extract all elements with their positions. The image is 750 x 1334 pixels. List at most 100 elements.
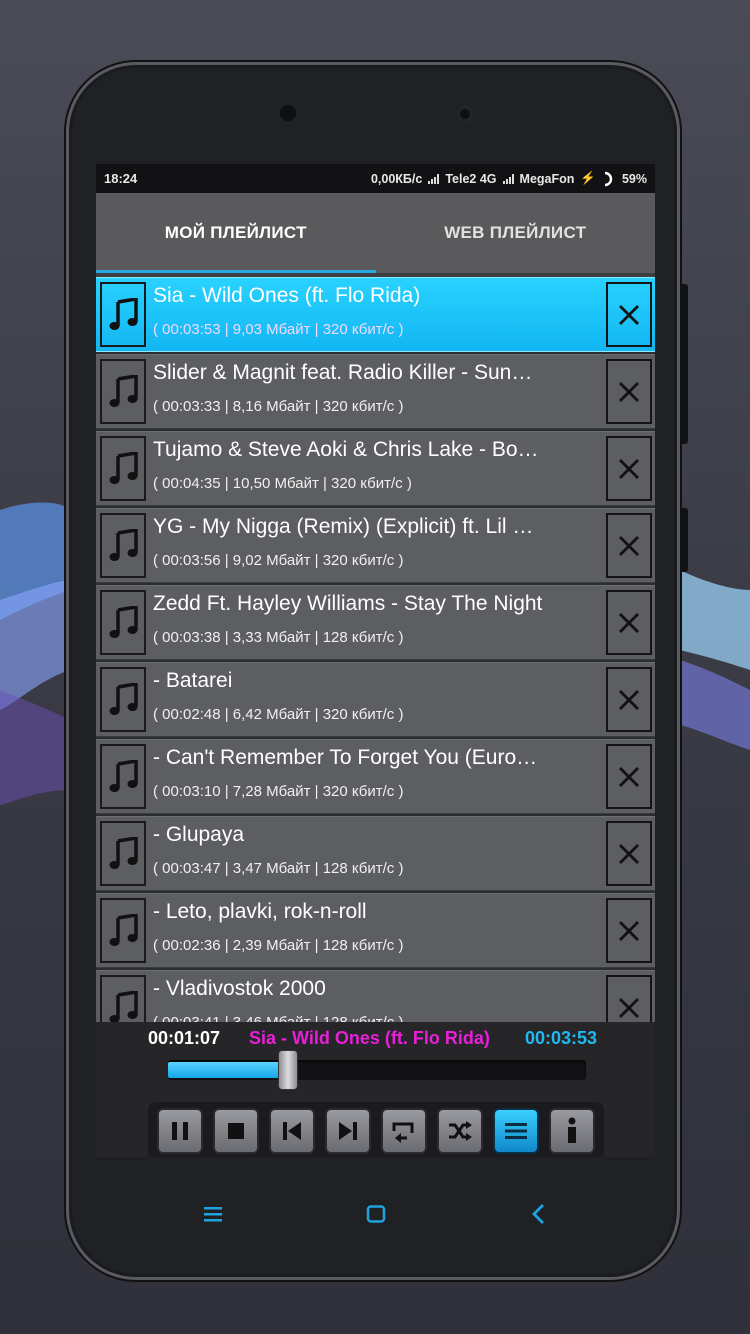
- previous-button[interactable]: [269, 1108, 315, 1154]
- track-title: - Vladivostok 2000: [153, 977, 326, 1000]
- player-controls: [148, 1102, 604, 1157]
- sync-icon: [604, 171, 613, 186]
- remove-track-button[interactable]: [606, 975, 652, 1022]
- remove-track-button[interactable]: [606, 744, 652, 809]
- close-icon: [619, 458, 639, 479]
- info-button[interactable]: [549, 1108, 595, 1154]
- app-screen: 18:24 0,00КБ/с Tele2 4G MegaFon ⚡ 59% МО…: [96, 164, 655, 1157]
- status-right: 0,00КБ/с Tele2 4G MegaFon ⚡ 59%: [371, 171, 647, 187]
- shuffle-icon: [449, 1121, 472, 1141]
- list-item[interactable]: - Glupaya ( 00:03:47 | 3,47 Мбайт | 128 …: [96, 816, 655, 891]
- front-camera: [456, 105, 474, 123]
- track-thumbnail: [100, 898, 146, 963]
- remove-track-button[interactable]: [606, 898, 652, 963]
- track-thumbnail: [100, 667, 146, 732]
- track-meta: ( 00:03:10 | 7,28 Мбайт | 320 кбит/с ): [153, 783, 404, 800]
- track-title: - Batarei: [153, 669, 233, 692]
- track-meta: ( 00:03:41 | 3,46 Мбайт | 128 кбит/с ): [153, 1014, 403, 1022]
- remove-track-button[interactable]: [606, 821, 652, 886]
- list-item[interactable]: Zedd Ft. Hayley Williams - Stay The Nigh…: [96, 585, 655, 660]
- track-title: Tujamo & Steve Aoki & Chris Lake - Bonel…: [153, 438, 543, 461]
- back-icon: [532, 1204, 544, 1224]
- carrier-2: MegaFon: [519, 171, 575, 186]
- playlist-icon: [505, 1123, 527, 1139]
- menu-icon: [204, 1207, 222, 1222]
- track-meta: ( 00:02:36 | 2,39 Мбайт | 128 кбит/с ): [153, 937, 404, 954]
- track-meta: ( 00:03:53 | 9,03 Мбайт | 320 кбит/с ): [153, 321, 404, 338]
- shuffle-button[interactable]: [437, 1108, 483, 1154]
- signal-icon: [428, 173, 440, 184]
- remove-track-button[interactable]: [606, 513, 652, 578]
- pause-icon: [172, 1122, 188, 1140]
- list-item[interactable]: Slider & Magnit feat. Radio Killer - Sun…: [96, 354, 655, 429]
- track-thumbnail: [100, 359, 146, 424]
- track-thumbnail: [100, 590, 146, 655]
- playlist[interactable]: Sia - Wild Ones (ft. Flo Rida) ( 00:03:5…: [96, 277, 655, 1022]
- player-panel: 00:01:07 Sia - Wild Ones (ft. Flo Rida) …: [96, 1022, 655, 1157]
- power-button: [680, 508, 688, 572]
- track-meta: ( 00:03:33 | 8,16 Мбайт | 320 кбит/с ): [153, 398, 404, 415]
- list-item[interactable]: Sia - Wild Ones (ft. Flo Rida) ( 00:03:5…: [96, 277, 655, 352]
- music-note-icon: [109, 760, 138, 792]
- tab-my-playlist[interactable]: МОЙ ПЛЕЙЛИСТ: [96, 193, 376, 273]
- remove-track-button[interactable]: [606, 436, 652, 501]
- playlist-button[interactable]: [493, 1108, 539, 1154]
- signal-icon: [502, 173, 514, 184]
- list-item[interactable]: YG - My Nigga (Remix) (Explicit) ft. Lil…: [96, 508, 655, 583]
- tab-bar: МОЙ ПЛЕЙЛИСТ WEB ПЛЕЙЛИСТ: [96, 193, 655, 273]
- next-icon: [339, 1122, 357, 1140]
- track-title: YG - My Nigga (Remix) (Explicit) ft. Lil…: [153, 515, 543, 538]
- close-icon: [619, 920, 639, 941]
- remove-track-button[interactable]: [606, 282, 652, 347]
- repeat-button[interactable]: [381, 1108, 427, 1154]
- music-note-icon: [109, 914, 138, 946]
- volume-button: [680, 284, 688, 444]
- track-thumbnail: [100, 975, 146, 1022]
- stop-icon: [228, 1123, 244, 1139]
- info-icon: [568, 1117, 576, 1143]
- close-icon: [619, 766, 639, 787]
- track-title: Zedd Ft. Hayley Williams - Stay The Nigh…: [153, 592, 543, 615]
- close-icon: [619, 304, 639, 325]
- track-thumbnail: [100, 744, 146, 809]
- next-button[interactable]: [325, 1108, 371, 1154]
- tab-web-playlist[interactable]: WEB ПЛЕЙЛИСТ: [376, 193, 656, 273]
- remove-track-button[interactable]: [606, 667, 652, 732]
- elapsed-time: 00:01:07: [148, 1028, 221, 1048]
- music-note-icon: [109, 529, 138, 561]
- list-item[interactable]: - Leto, plavki, rok-n-roll ( 00:02:36 | …: [96, 893, 655, 968]
- now-playing-title: Sia - Wild Ones (ft. Flo Rida): [249, 1028, 490, 1048]
- music-note-icon: [109, 606, 138, 638]
- system-nav-bar: [96, 1157, 655, 1267]
- data-speed: 0,00КБ/с: [370, 171, 423, 186]
- list-item[interactable]: - Can't Remember To Forget You (Europa P…: [96, 739, 655, 814]
- menu-nav-button[interactable]: [193, 1197, 233, 1231]
- track-title: - Can't Remember To Forget You (Europa P…: [153, 746, 543, 769]
- seek-bar[interactable]: [168, 1050, 586, 1090]
- track-meta: ( 00:02:48 | 6,42 Мбайт | 320 кбит/с ): [153, 706, 404, 723]
- repeat-icon: [392, 1122, 414, 1143]
- home-nav-button[interactable]: [356, 1197, 396, 1231]
- music-note-icon: [109, 452, 138, 484]
- music-note-icon: [109, 837, 138, 869]
- seek-bar-handle[interactable]: [278, 1050, 298, 1090]
- track-meta: ( 00:03:56 | 9,02 Мбайт | 320 кбит/с ): [153, 552, 404, 569]
- active-tab-indicator: [96, 270, 376, 273]
- list-item[interactable]: - Vladivostok 2000 ( 00:03:41 | 3,46 Мба…: [96, 970, 655, 1022]
- home-icon: [366, 1205, 386, 1223]
- pause-button[interactable]: [157, 1108, 203, 1154]
- back-nav-button[interactable]: [518, 1197, 558, 1231]
- earpiece: [280, 105, 296, 121]
- charging-icon: ⚡: [580, 171, 596, 185]
- remove-track-button[interactable]: [606, 590, 652, 655]
- list-item[interactable]: - Batarei ( 00:02:48 | 6,42 Мбайт | 320 …: [96, 662, 655, 737]
- list-item[interactable]: Tujamo & Steve Aoki & Chris Lake - Bonel…: [96, 431, 655, 506]
- track-title: Sia - Wild Ones (ft. Flo Rida): [153, 284, 421, 307]
- stop-button[interactable]: [213, 1108, 259, 1154]
- previous-icon: [283, 1122, 301, 1140]
- track-thumbnail: [100, 282, 146, 347]
- remove-track-button[interactable]: [606, 359, 652, 424]
- status-time: 18:24: [104, 171, 138, 186]
- track-meta: ( 00:04:35 | 10,50 Мбайт | 320 кбит/с ): [153, 475, 412, 492]
- track-meta: ( 00:03:47 | 3,47 Мбайт | 128 кбит/с ): [153, 860, 404, 877]
